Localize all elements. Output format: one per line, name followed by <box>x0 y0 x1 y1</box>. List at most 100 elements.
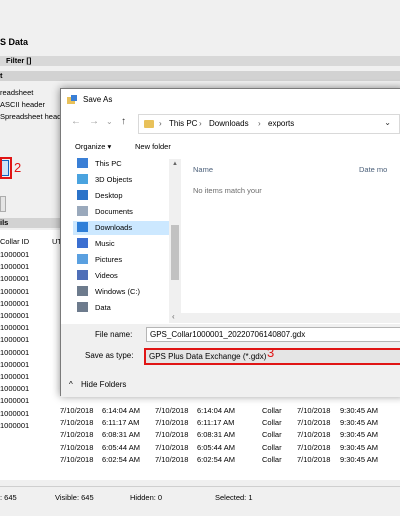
document-icon <box>77 206 88 216</box>
collar-id-cell: 1000001 <box>0 384 30 394</box>
save-as-dialog: Save As ← → ⌄ ↑ › This PC › Downloads › … <box>60 88 400 397</box>
option-ascii-header[interactable]: ASCII header <box>0 100 45 109</box>
nav-item-videos[interactable]: Videos <box>73 269 169 283</box>
hide-folders-button[interactable]: ^ Hide Folders <box>69 380 126 389</box>
back-icon[interactable]: ← <box>71 116 81 127</box>
option-spreadsheet-header[interactable]: Spreadsheet heade <box>0 112 65 121</box>
table-cell-t1: 6:02:54 AM <box>102 454 140 464</box>
address-dropdown-icon[interactable]: ⌄ <box>384 118 391 127</box>
nav-item-desktop[interactable]: Desktop <box>73 189 169 203</box>
file-name-input[interactable]: GPS_Collar1000001_20220706140807.gdx <box>146 327 400 342</box>
table-cell-type: Collar <box>262 406 282 415</box>
table-cell-t3: 9:30:45 AM <box>340 442 378 452</box>
collar-id-cell: 1000001 <box>0 250 30 259</box>
filter-bar[interactable]: Filter [] <box>0 56 400 66</box>
table-cell-d3: 7/10/2018 <box>297 442 331 452</box>
up-icon[interactable]: ↑ <box>121 116 126 127</box>
desktop-icon <box>77 190 88 200</box>
navigation-scrollbar[interactable]: ▲ <box>169 159 181 319</box>
table-cell-type: Collar <box>262 442 282 452</box>
table-cell-t3: 9:30:45 AM <box>340 430 378 440</box>
computer-icon <box>77 158 88 168</box>
export-button[interactable] <box>0 196 6 212</box>
nav-item-data[interactable]: Data <box>73 301 169 315</box>
column-name[interactable]: Name <box>193 165 213 174</box>
folder-icon <box>144 120 154 128</box>
collar-id-cell: 1000001 <box>0 396 30 406</box>
breadcrumb-this-pc[interactable]: This PC <box>169 119 197 128</box>
nav-item-documents[interactable]: Documents <box>73 205 169 219</box>
collar-id-cell: 1000001 <box>0 274 30 284</box>
settings-bar: t <box>0 71 400 81</box>
nav-item-label: This PC <box>95 159 122 168</box>
option-spreadsheet[interactable]: readsheet <box>0 88 33 97</box>
picture-icon <box>77 254 88 264</box>
status-total: : 645 <box>0 493 17 502</box>
navigation-pane: This PC 3D Objects Desktop Documents Downloa… <box>61 157 181 317</box>
file-list[interactable]: Name Date mo No items match your <box>183 157 400 317</box>
table-cell-d2: 7/10/2018 <box>155 442 189 452</box>
table-cell-t2: 6:05:44 AM <box>197 442 235 452</box>
section-title: S Data <box>0 37 29 47</box>
dialog-toolbar: Organize ▾ New folder <box>61 139 400 155</box>
chevron-up-icon: ^ <box>69 380 73 389</box>
save-as-type-value: GPS Plus Data Exchange (*.gdx) <box>149 352 267 361</box>
collar-id-cell: 1000001 <box>0 359 30 369</box>
table-cell-d1: 7/10/2018 <box>60 454 94 464</box>
nav-item-windows-c[interactable]: Windows (C:) <box>73 285 169 299</box>
empty-message: No items match your <box>193 186 262 195</box>
table-cell-d2: 7/10/2018 <box>155 430 189 440</box>
download-icon <box>77 222 88 232</box>
table-cell-t2: 6:14:04 AM <box>197 406 235 415</box>
column-header-collar-id[interactable]: Collar ID <box>0 237 29 246</box>
breadcrumb-exports[interactable]: exports <box>268 119 294 128</box>
address-separator: › <box>258 119 261 128</box>
settings-label: t <box>0 71 3 80</box>
column-date-modified[interactable]: Date mo <box>359 165 387 174</box>
breadcrumb-downloads[interactable]: Downloads <box>209 119 249 128</box>
table-cell-type: Collar <box>262 418 282 428</box>
table-cell-d3: 7/10/2018 <box>297 454 331 464</box>
nav-item-label: Pictures <box>95 255 123 264</box>
navigation-bar: ← → ⌄ ↑ › This PC › Downloads › exports … <box>61 111 400 137</box>
organize-button[interactable]: Organize ▾ <box>75 142 111 151</box>
step2-highlight <box>0 157 12 179</box>
hide-folders-label: Hide Folders <box>81 380 127 389</box>
video-icon <box>77 270 88 280</box>
collar-id-cell: 1000001 <box>0 408 30 418</box>
scroll-up-icon[interactable]: ▲ <box>172 161 178 167</box>
table-cell-t3: 9:30:45 AM <box>340 454 378 464</box>
address-separator: › <box>159 119 162 128</box>
forward-icon[interactable]: → <box>89 116 99 127</box>
collar-id-cell: 1000001 <box>0 420 30 430</box>
table-cell-d1: 7/10/2018 <box>60 430 94 440</box>
scroll-left-icon[interactable]: ‹ <box>172 312 175 321</box>
nav-item-label: Videos <box>95 271 118 280</box>
recent-locations-icon[interactable]: ⌄ <box>106 117 113 126</box>
nav-item-3d-objects[interactable]: 3D Objects <box>73 173 169 187</box>
filter-label: Filter [] <box>6 56 32 65</box>
table-cell-t1: 6:14:04 AM <box>102 406 140 415</box>
horizontal-scrollbar[interactable]: ‹ <box>169 312 400 323</box>
nav-item-pictures[interactable]: Pictures <box>73 253 169 267</box>
table-cell-d3: 7/10/2018 <box>297 406 331 415</box>
collar-id-cell: 1000001 <box>0 262 30 272</box>
dialog-titlebar[interactable]: Save As <box>61 89 400 111</box>
nav-item-this-pc[interactable]: This PC <box>73 157 169 171</box>
nav-item-downloads[interactable]: Downloads <box>73 221 169 235</box>
scrollbar-thumb[interactable] <box>171 225 179 280</box>
dialog-title: Save As <box>83 95 113 104</box>
table-cell-d2: 7/10/2018 <box>155 454 189 464</box>
address-bar[interactable]: › This PC › Downloads › exports ⌄ <box>138 114 400 134</box>
table-cell-d3: 7/10/2018 <box>297 418 331 428</box>
status-hidden: Hidden: 0 <box>130 493 163 502</box>
drive-icon <box>77 286 88 296</box>
nav-item-music[interactable]: Music <box>73 237 169 251</box>
collar-id-cell: 1000001 <box>0 347 30 357</box>
step2-number: 2 <box>14 160 22 175</box>
nav-item-label: Downloads <box>95 223 133 232</box>
table-cell-t2: 6:08:31 AM <box>197 430 235 440</box>
music-icon <box>77 238 88 248</box>
file-name-label: File name: <box>95 330 133 339</box>
new-folder-button[interactable]: New folder <box>135 142 171 151</box>
